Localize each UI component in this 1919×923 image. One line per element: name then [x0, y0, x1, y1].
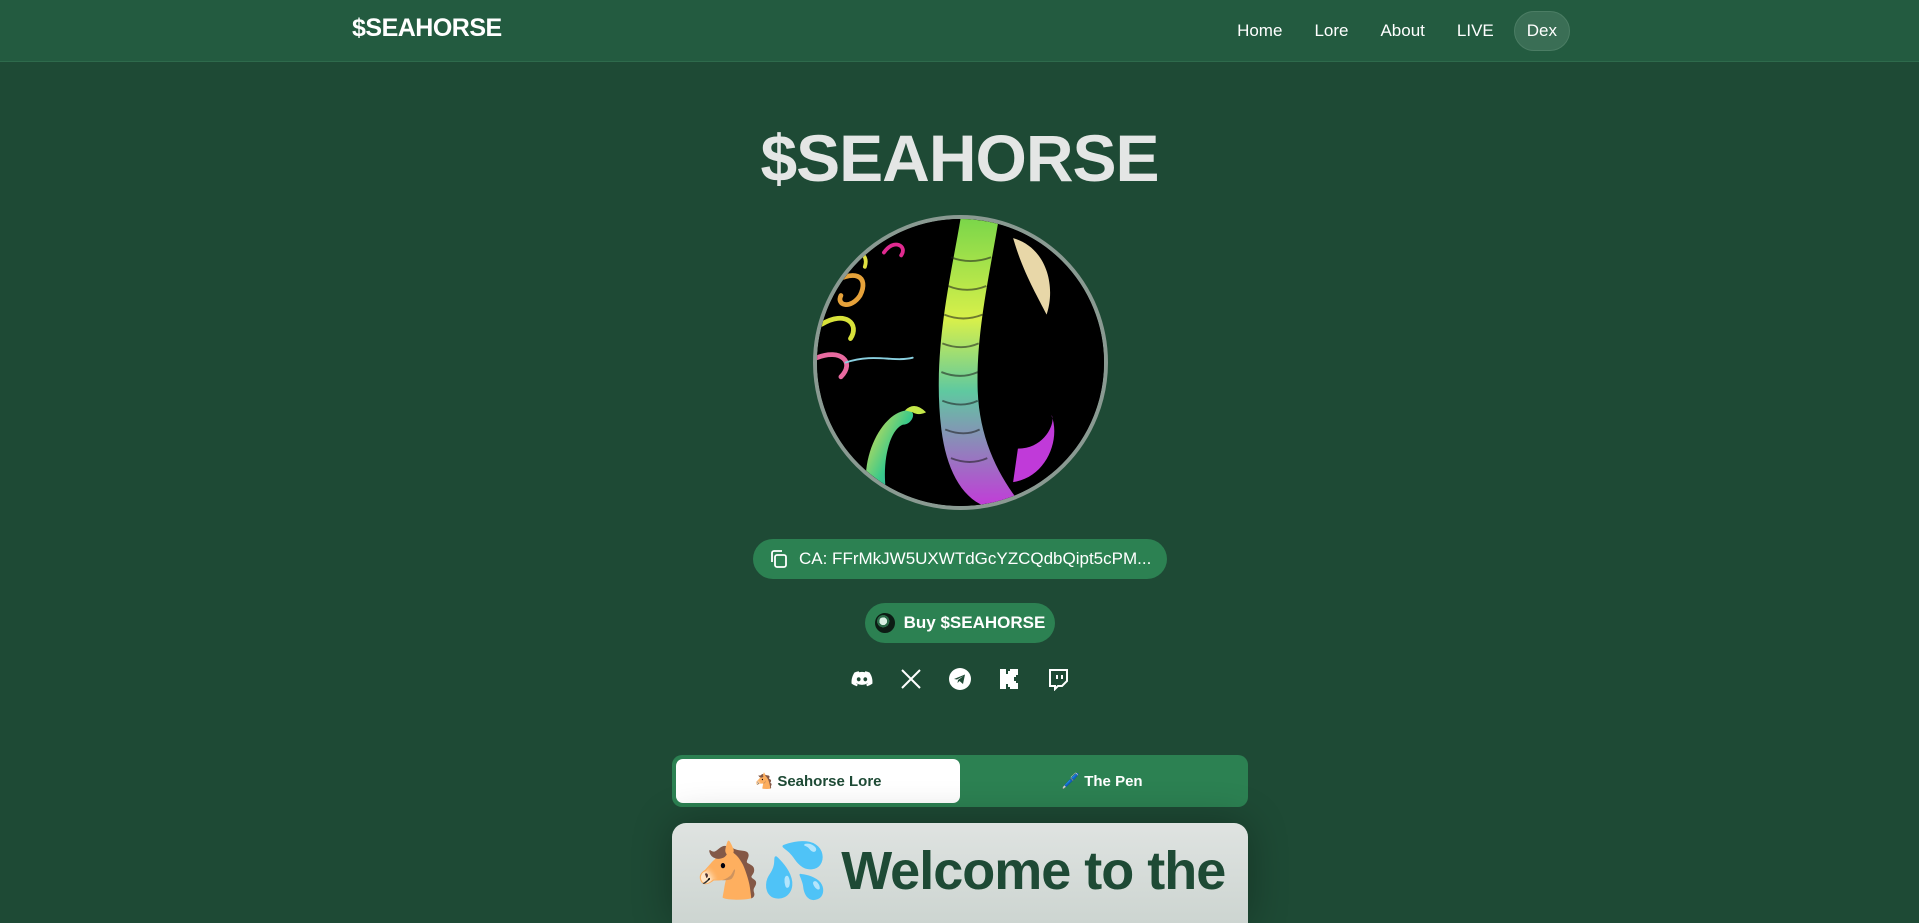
- nav-link-lore[interactable]: Lore: [1302, 12, 1360, 50]
- nav-links: Home Lore About LIVE Dex: [1225, 11, 1570, 51]
- buy-button[interactable]: Buy $SEAHORSE: [865, 603, 1055, 643]
- coin-icon: [874, 613, 895, 633]
- lore-card-heading: 🐴💦 Welcome to the: [694, 841, 1227, 901]
- social-links: [848, 664, 1072, 694]
- page-title: $SEAHORSE: [760, 121, 1159, 195]
- copy-icon: [769, 549, 789, 569]
- lore-card: 🐴💦 Welcome to the: [672, 823, 1248, 923]
- nav-link-about[interactable]: About: [1368, 12, 1436, 50]
- navbar: $SEAHORSE Home Lore About LIVE Dex: [0, 0, 1919, 62]
- twitch-icon[interactable]: [1044, 665, 1072, 693]
- contract-address-copy-button[interactable]: CA: FFrMkJW5UXWTdGcYZCQdbQipt5cPM...: [753, 539, 1167, 579]
- tab-seahorse-lore[interactable]: 🐴 Seahorse Lore: [676, 759, 960, 803]
- brand-logo-link[interactable]: $SEAHORSE: [352, 14, 502, 43]
- nav-link-live[interactable]: LIVE: [1445, 12, 1506, 50]
- x-icon[interactable]: [897, 665, 925, 693]
- telegram-icon[interactable]: [946, 665, 974, 693]
- nav-link-home[interactable]: Home: [1225, 12, 1294, 50]
- tab-the-pen[interactable]: 🖊️ The Pen: [960, 759, 1244, 803]
- contract-address-text: CA: FFrMkJW5UXWTdGcYZCQdbQipt5cPM...: [799, 549, 1152, 568]
- nav-link-dex[interactable]: Dex: [1513, 11, 1570, 51]
- discord-icon[interactable]: [848, 665, 876, 693]
- seahorse-avatar-image: [813, 215, 1108, 510]
- content-tabs: 🐴 Seahorse Lore 🖊️ The Pen: [672, 755, 1248, 807]
- kick-icon[interactable]: [995, 665, 1023, 693]
- buy-button-label: Buy $SEAHORSE: [903, 613, 1046, 632]
